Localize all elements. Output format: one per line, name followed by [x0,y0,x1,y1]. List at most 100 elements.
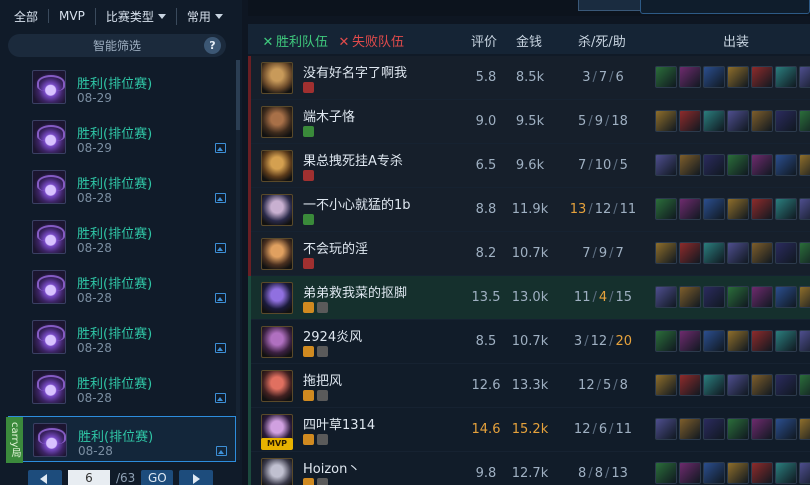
item-icon[interactable] [727,198,749,220]
win-team-tab[interactable]: ✕ 胜利队伍 [262,31,328,50]
item-icon[interactable] [679,110,701,132]
screenshot-icon[interactable] [215,393,226,403]
item-icon[interactable] [751,66,773,88]
player-row[interactable]: 没有好名字了啊我 5.8 8.5k 3/7/6 [248,56,810,100]
screenshot-icon[interactable] [215,243,226,253]
item-icon[interactable] [679,286,701,308]
item-icon[interactable] [799,462,810,484]
player-name[interactable]: 不会玩的淫 [303,238,368,257]
player-name[interactable]: 没有好名字了啊我 [303,62,407,81]
item-icon[interactable] [775,374,797,396]
champion-icon[interactable] [261,150,293,182]
champion-icon[interactable] [261,106,293,138]
item-icon[interactable] [751,462,773,484]
item-icon[interactable] [775,154,797,176]
player-name[interactable]: 拖把风 [303,370,342,389]
player-row[interactable]: 一不小心就猛的1b 8.8 11.9k 13/12/11 [248,188,810,232]
item-icon[interactable] [727,418,749,440]
player-row[interactable]: 2924炎风 8.5 10.7k 3/12/20 [248,320,810,364]
tab-mvp[interactable]: MVP [48,9,91,23]
item-icon[interactable] [751,374,773,396]
champion-icon[interactable] [261,194,293,226]
item-icon[interactable] [751,242,773,264]
match-item[interactable]: 胜利(排位赛) 08-28 [8,214,236,260]
champion-icon[interactable] [261,282,293,314]
player-row[interactable]: 端木子恪 9.0 9.5k 5/9/18 [248,100,810,144]
smart-filter-button[interactable]: 智能筛选 ? [8,34,226,57]
item-icon[interactable] [679,330,701,352]
player-name[interactable]: 果总拽死挂A专杀 [303,150,403,169]
item-icon[interactable] [703,110,725,132]
next-page-button[interactable] [179,469,214,485]
item-icon[interactable] [703,374,725,396]
player-row[interactable]: Hoizon丶 9.8 12.7k 8/8/13 [248,452,810,485]
match-item[interactable]: 胜利(排位赛) 08-28 [8,264,236,310]
item-icon[interactable] [751,154,773,176]
item-icon[interactable] [751,418,773,440]
page-input[interactable]: 6 [68,469,110,485]
item-icon[interactable] [679,462,701,484]
champion-icon[interactable] [261,458,293,485]
player-row[interactable]: MVP 四叶草1314 14.6 15.2k 12/6/11 [248,408,810,452]
item-icon[interactable] [679,374,701,396]
top-button[interactable] [578,0,648,11]
item-icon[interactable] [703,286,725,308]
player-name[interactable]: 四叶草1314 [303,414,375,433]
match-item-selected[interactable]: carry局 胜利(排位赛) 08-28 [6,416,236,463]
item-icon[interactable] [655,462,677,484]
tab-all[interactable]: 全部 [8,8,44,25]
screenshot-icon[interactable] [215,143,226,153]
item-icon[interactable] [799,286,810,308]
item-icon[interactable] [703,66,725,88]
player-name[interactable]: 2924炎风 [303,326,362,345]
item-icon[interactable] [727,154,749,176]
help-icon[interactable]: ? [204,37,221,54]
player-row[interactable]: 弟弟救我菜的抠脚 13.5 13.0k 11/4/15 [248,276,810,320]
player-name[interactable]: 一不小心就猛的1b [303,194,411,213]
item-icon[interactable] [703,462,725,484]
item-icon[interactable] [775,242,797,264]
item-icon[interactable] [799,418,810,440]
item-icon[interactable] [703,330,725,352]
tab-match-type[interactable]: 比赛类型 [94,7,172,25]
item-icon[interactable] [679,242,701,264]
item-icon[interactable] [799,374,810,396]
player-row[interactable]: 果总拽死挂A专杀 6.5 9.6k 7/10/5 [248,144,810,188]
screenshot-icon[interactable] [215,343,226,353]
item-icon[interactable] [655,374,677,396]
item-icon[interactable] [775,66,797,88]
item-icon[interactable] [703,242,725,264]
match-item[interactable]: 胜利(排位赛) 08-28 [8,164,236,210]
screenshot-icon[interactable] [215,293,226,303]
item-icon[interactable] [751,110,773,132]
item-icon[interactable] [751,286,773,308]
item-icon[interactable] [775,198,797,220]
match-item[interactable]: 胜利(排位赛) 08-28 [8,364,236,410]
item-icon[interactable] [679,154,701,176]
item-icon[interactable] [799,198,810,220]
item-icon[interactable] [703,154,725,176]
item-icon[interactable] [703,198,725,220]
item-icon[interactable] [727,286,749,308]
item-icon[interactable] [775,110,797,132]
item-icon[interactable] [727,66,749,88]
scrollbar-thumb[interactable] [236,60,240,130]
champion-icon[interactable] [261,370,293,402]
player-row[interactable]: 拖把风 12.6 13.3k 12/5/8 [248,364,810,408]
player-name[interactable]: 弟弟救我菜的抠脚 [303,282,407,301]
item-icon[interactable] [775,330,797,352]
go-button[interactable]: GO [141,469,174,485]
item-icon[interactable] [727,462,749,484]
item-icon[interactable] [799,66,810,88]
item-icon[interactable] [799,110,810,132]
item-icon[interactable] [679,418,701,440]
item-icon[interactable] [655,286,677,308]
item-icon[interactable] [799,330,810,352]
item-icon[interactable] [727,110,749,132]
item-icon[interactable] [703,418,725,440]
item-icon[interactable] [751,330,773,352]
player-name[interactable]: Hoizon丶 [303,458,360,477]
item-icon[interactable] [655,110,677,132]
item-icon[interactable] [775,462,797,484]
item-icon[interactable] [751,198,773,220]
